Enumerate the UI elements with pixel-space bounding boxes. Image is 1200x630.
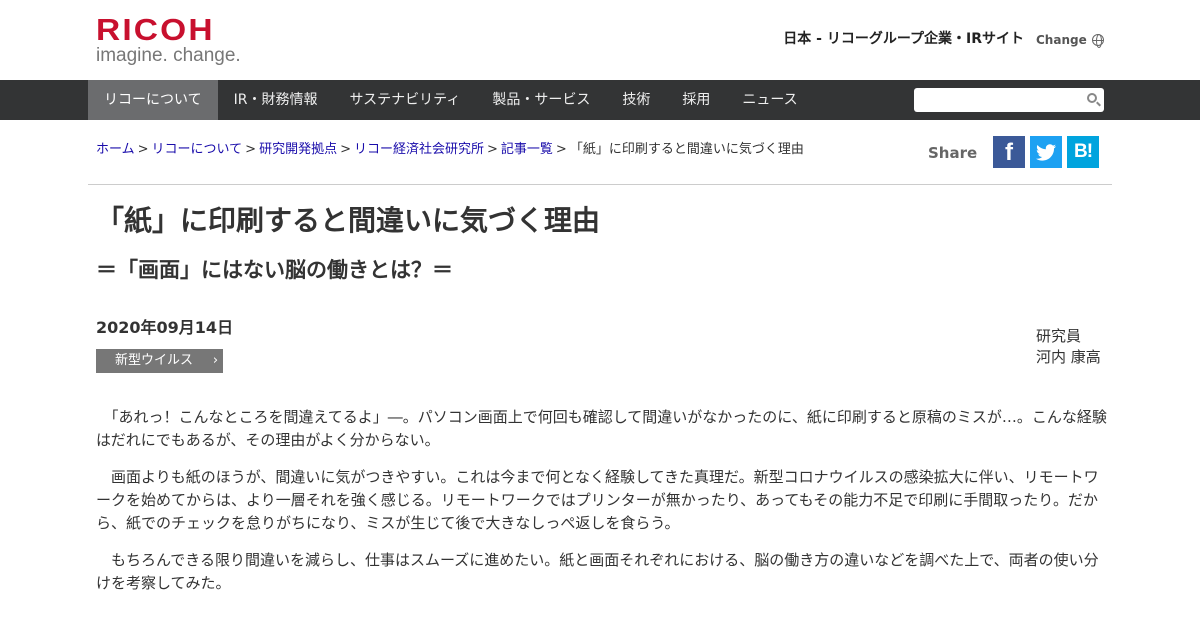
facebook-icon: f bbox=[1005, 139, 1013, 166]
breadcrumb-separator: > bbox=[137, 142, 149, 157]
breadcrumb-separator: > bbox=[245, 142, 257, 157]
breadcrumb-current: 「紙」に印刷すると間違いに気づく理由 bbox=[569, 142, 804, 157]
category-tag-label: 新型ウイルス bbox=[115, 353, 194, 368]
breadcrumb-separator: > bbox=[340, 142, 351, 157]
header-divider bbox=[88, 184, 1112, 185]
author-name: 河内 康高 bbox=[1036, 348, 1101, 366]
logo-wordmark: RICOH bbox=[96, 12, 215, 47]
search-icon[interactable] bbox=[1087, 93, 1097, 103]
change-label: Change bbox=[1036, 33, 1087, 47]
globe-icon bbox=[1091, 34, 1104, 48]
twitter-share-button[interactable] bbox=[1030, 136, 1062, 168]
breadcrumb-article-list[interactable]: 記事一覧 bbox=[501, 142, 553, 157]
nav-item-products[interactable]: 製品・サービス bbox=[476, 80, 606, 120]
article-date: 2020年09月14日 bbox=[96, 318, 234, 337]
nav-item-technology[interactable]: 技術 bbox=[606, 80, 666, 120]
twitter-icon bbox=[1036, 144, 1056, 161]
chevron-right-icon: › bbox=[212, 353, 219, 368]
nav-item-news[interactable]: ニュース bbox=[726, 80, 813, 120]
category-tag[interactable]: 新型ウイルス › bbox=[96, 349, 224, 373]
share-label: Share bbox=[928, 144, 978, 162]
article-paragraph: 「あれっ！こんなところを間違えてるよ」―。パソコン画面上で何回も確認して間違いが… bbox=[96, 408, 1107, 449]
breadcrumb-separator: > bbox=[555, 142, 567, 157]
author-role: 研究員 bbox=[1036, 327, 1082, 345]
breadcrumb-about[interactable]: リコーについて bbox=[152, 142, 243, 157]
logo-tagline: imagine. change. bbox=[96, 45, 241, 66]
article-title: 「紙」に印刷すると間違いに気づく理由 bbox=[96, 204, 601, 237]
region-change-button[interactable]: Change bbox=[1036, 32, 1104, 48]
article-paragraph: もちろんできる限り間違いを減らし、仕事はスムーズに進めたい。紙と画面それぞれにお… bbox=[96, 551, 1099, 592]
breadcrumb: ホーム > リコーについて > 研究開発拠点 > リコー経済社会研究所 > 記事一覧 > 「紙」に印… bbox=[96, 141, 804, 159]
hatena-bookmark-icon: B! bbox=[1073, 141, 1093, 162]
nav-item-about[interactable]: リコーについて bbox=[88, 80, 218, 120]
article-subtitle: ＝「画面」にはない脳の働きとは？＝ bbox=[96, 258, 453, 282]
breadcrumb-home[interactable]: ホーム bbox=[96, 142, 135, 157]
facebook-share-button[interactable]: f bbox=[993, 136, 1025, 168]
breadcrumb-institute[interactable]: リコー経済社会研究所 bbox=[354, 142, 484, 157]
nav-item-ir[interactable]: IR・財務情報 bbox=[218, 80, 334, 120]
breadcrumb-separator: > bbox=[487, 142, 498, 157]
breadcrumb-rd-centers[interactable]: 研究開発拠点 bbox=[259, 142, 337, 157]
nav-item-sustainability[interactable]: サステナビリティ bbox=[333, 80, 476, 120]
ricoh-logo[interactable]: RICOH imagine. change. bbox=[96, 14, 241, 66]
article-paragraph: 画面よりも紙のほうが、間違いに気がつきやすい。これは今まで何となく経験してきた真… bbox=[96, 468, 1099, 532]
search-input[interactable] bbox=[914, 88, 1104, 112]
nav-item-careers[interactable]: 採用 bbox=[666, 80, 726, 120]
article-body: 「あれっ！こんなところを間違えてるよ」―。パソコン画面上で何回も確認して間違いが… bbox=[96, 406, 1108, 609]
site-name: 日本 - リコーグループ企業・IRサイト bbox=[783, 31, 1024, 47]
hatena-bookmark-button[interactable]: B! bbox=[1067, 136, 1099, 168]
